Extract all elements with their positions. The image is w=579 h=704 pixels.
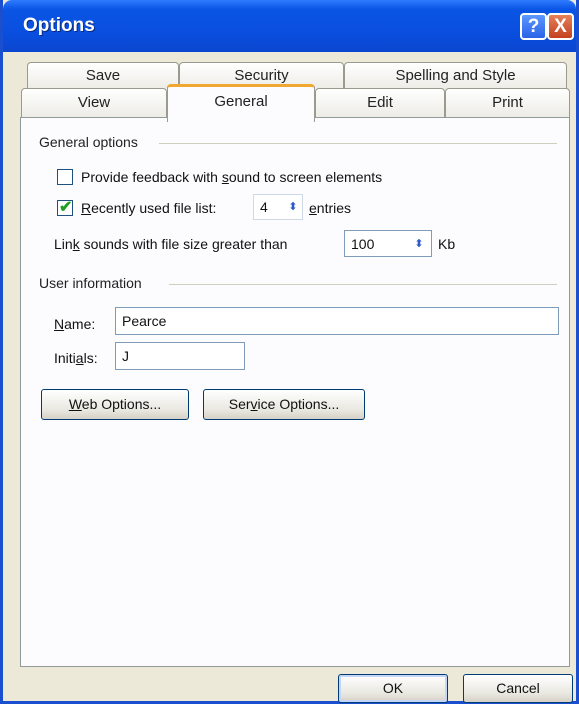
checkmark-icon: ✔ [59, 199, 73, 216]
tab-save[interactable]: Save [27, 62, 179, 90]
user-information-heading: User information [39, 275, 150, 291]
tab-label: Save [85, 67, 121, 84]
initials-input[interactable] [115, 342, 245, 370]
help-icon: ? [527, 16, 540, 37]
service-options-button[interactable]: Service Options... [203, 389, 365, 420]
tab-label: View [77, 94, 111, 111]
user-information-divider [169, 284, 557, 285]
button-label: ice Options... [257, 396, 340, 412]
recent-files-checkbox[interactable]: ✔ [57, 199, 73, 216]
feedback-sound-label[interactable]: Provide feedback with sound to screen el… [81, 169, 382, 185]
spinner-arrows-icon: ⬍ [414, 238, 424, 250]
label-text: ame: [64, 316, 96, 332]
mnemonic: a [75, 350, 84, 366]
tab-view[interactable]: View [21, 88, 167, 118]
label-text: ecently used file list: [91, 200, 217, 216]
general-tab-panel: General options Provide feedback with so… [20, 117, 570, 667]
button-label: Ser [228, 396, 251, 412]
label-text: sounds with file size greater than [79, 236, 288, 252]
options-dialog: Options ? X Save Security Spelling and S… [0, 0, 579, 704]
label-text: Provide feedback with [81, 169, 222, 185]
tab-label: Spelling and Style [395, 67, 516, 84]
general-options-divider [159, 143, 557, 144]
label-text: Initi [54, 350, 76, 366]
mnemonic: v [250, 396, 258, 412]
feedback-sound-checkbox[interactable] [57, 169, 73, 185]
label-text: ntries [316, 200, 352, 216]
mnemonic: N [54, 316, 65, 332]
entries-label: entries [309, 200, 351, 216]
general-options-heading: General options [39, 134, 146, 150]
cancel-button[interactable]: Cancel [463, 674, 573, 703]
tab-general[interactable]: General [167, 84, 315, 122]
label-text: ls: [83, 350, 98, 366]
tab-edit[interactable]: Edit [315, 88, 445, 118]
tab-label: General [214, 93, 268, 110]
mnemonic: W [68, 396, 82, 412]
mnemonic: R [81, 200, 92, 216]
title-bar[interactable]: Options ? X [3, 0, 576, 52]
label-text: Lin [54, 236, 73, 252]
tab-label: Print [492, 94, 523, 111]
mnemonic: k [72, 236, 80, 252]
name-label: Name: [54, 316, 95, 332]
link-sounds-size-spinner[interactable]: ⬍ [411, 234, 427, 254]
kb-unit-label: Kb [438, 236, 456, 252]
recent-files-spinner[interactable]: ⬍ [285, 197, 301, 217]
mnemonic: s [221, 169, 229, 185]
spinner-arrows-icon: ⬍ [288, 201, 298, 213]
tab-spelling-and-style[interactable]: Spelling and Style [344, 62, 567, 90]
tab-label: Edit [367, 94, 393, 111]
initials-label: Initials: [54, 350, 98, 366]
close-icon: X [554, 16, 567, 37]
label-text: ound to screen elements [228, 169, 383, 185]
name-input[interactable] [115, 307, 559, 335]
link-sounds-label: Link sounds with file size greater than [54, 236, 287, 252]
tab-print[interactable]: Print [445, 88, 570, 118]
mnemonic: e [309, 200, 317, 216]
help-button[interactable]: ? [520, 13, 547, 40]
button-label: eb Options... [81, 396, 162, 412]
recent-files-label[interactable]: Recently used file list: [81, 200, 216, 216]
close-button[interactable]: X [547, 13, 574, 40]
ok-button[interactable]: OK [338, 674, 448, 703]
web-options-button[interactable]: Web Options... [41, 389, 189, 420]
tab-label: Security [234, 67, 289, 84]
window-title: Options [23, 15, 95, 36]
